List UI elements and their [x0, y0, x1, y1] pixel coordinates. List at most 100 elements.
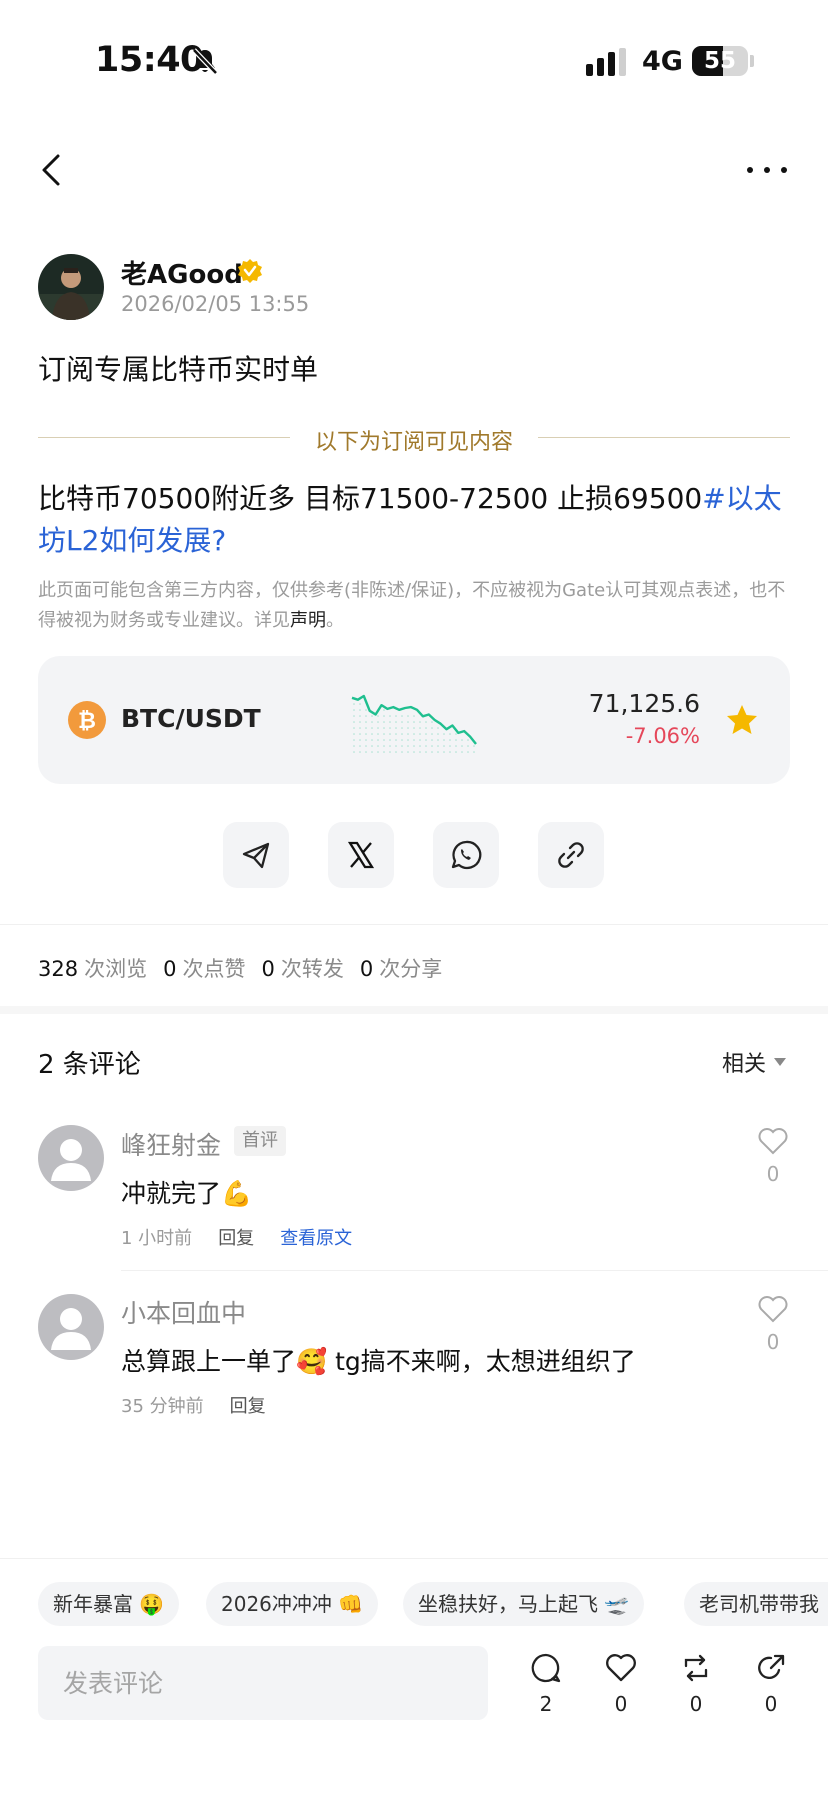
sparkline-dot — [455, 745, 457, 747]
share-whatsapp-button[interactable] — [433, 822, 499, 888]
section-divider — [0, 1006, 828, 1014]
sparkline-dot — [407, 733, 409, 735]
views-count: 328 — [38, 957, 79, 981]
share-action-button[interactable]: 0 — [746, 1652, 796, 1718]
sparkline-dot — [461, 745, 463, 747]
share-telegram-button[interactable] — [223, 822, 289, 888]
sparkline-dot — [413, 715, 415, 717]
copy-link-button[interactable] — [538, 822, 604, 888]
sparkline-dot — [461, 751, 463, 753]
whatsapp-icon — [451, 840, 482, 870]
like-action-button[interactable]: 0 — [596, 1652, 646, 1718]
bell-muted-icon — [192, 48, 218, 75]
sparkline-dot — [359, 721, 361, 723]
sparkline-dot — [353, 751, 355, 753]
reply-button[interactable]: 回复 — [230, 1396, 266, 1417]
likes-count: 0 — [614, 1692, 628, 1716]
disclaimer-end: 。 — [326, 610, 344, 631]
commenter-avatar[interactable] — [38, 1125, 104, 1191]
sparkline-dot — [359, 703, 361, 705]
quick-reply-chip[interactable]: 新年暴富 🤑 — [38, 1582, 180, 1626]
sparkline-dot — [443, 739, 445, 741]
comment-divider — [121, 1270, 828, 1271]
sparkline-dot — [359, 727, 361, 729]
view-original-button[interactable]: 查看原文 — [280, 1228, 352, 1249]
comments-heading: 2 条评论 — [38, 1050, 141, 1080]
default-avatar-icon — [51, 1139, 91, 1181]
ticker-price: 71,125.6 — [588, 689, 700, 718]
battery-cap — [750, 55, 754, 67]
comment-author[interactable]: 小本回血中 — [121, 1294, 246, 1330]
engagement-stats: 328 次浏览 0 次点赞 0 次转发 0 次分享 — [38, 953, 458, 983]
comment-text: 总算跟上一单了🥰 tg搞不来啊，太想进组织了 — [121, 1347, 636, 1376]
sparkline-dot — [383, 721, 385, 723]
repost-action-button[interactable]: 0 — [671, 1652, 721, 1718]
sparkline-dot — [419, 733, 421, 735]
sparkline-dot — [455, 751, 457, 753]
sparkline-dot — [365, 721, 367, 723]
sparkline-dot — [401, 715, 403, 717]
comment-author[interactable]: 峰狂射金 — [121, 1126, 221, 1162]
sparkline-dot — [419, 745, 421, 747]
sparkline-dot — [353, 727, 355, 729]
likes-count: 0 — [163, 957, 177, 981]
caret-down-icon[interactable] — [774, 1058, 786, 1066]
sparkline-dot — [365, 745, 367, 747]
status-time: 15:40 — [95, 40, 204, 80]
sparkline-dot — [425, 751, 427, 753]
quick-reply-chip[interactable]: 2026冲冲冲 👊 — [206, 1582, 379, 1626]
sparkline-dot — [443, 745, 445, 747]
sparkline-dot — [401, 751, 403, 753]
subscription-divider: 以下为订阅可见内容 — [38, 424, 790, 455]
sparkline-dot — [353, 733, 355, 735]
disclaimer-statement-link[interactable]: 声明 — [290, 610, 326, 631]
comment-input[interactable] — [38, 1646, 488, 1720]
telegram-icon — [242, 842, 270, 869]
sparkline-dot — [467, 745, 469, 747]
more-options-icon[interactable] — [744, 156, 790, 184]
sparkline-line — [351, 694, 477, 745]
author-name[interactable]: 老AGood — [121, 254, 243, 291]
share-icon — [758, 1654, 785, 1679]
sparkline-dot — [437, 727, 439, 729]
sparkline-dot — [413, 733, 415, 735]
divider-line-right — [538, 437, 790, 438]
sparkline-dot — [407, 721, 409, 723]
sparkline-dot — [437, 751, 439, 753]
sparkline-dot — [425, 721, 427, 723]
comments-action-button[interactable]: 2 — [521, 1652, 571, 1718]
comment-sort-select[interactable]: 相关 — [722, 1046, 766, 1078]
quick-reply-chip[interactable]: 老司机带带我 — [684, 1582, 828, 1626]
sparkline-dot — [383, 715, 385, 717]
reply-button[interactable]: 回复 — [218, 1228, 254, 1249]
network-type: 4G — [642, 46, 683, 77]
ticker-change: -7.06% — [625, 724, 700, 748]
ticker-pair: BTC/USDT — [121, 704, 261, 733]
verified-badge-icon — [238, 259, 262, 283]
sparkline-dot — [353, 709, 355, 711]
favorite-star-icon[interactable] — [724, 702, 760, 738]
shares-label: 次分享 — [379, 957, 443, 981]
ticker-card[interactable]: ₿ BTC/USDT 71,125.6 -7.06% — [38, 656, 790, 784]
sparkline-dot — [353, 715, 355, 717]
sparkline-dot — [425, 739, 427, 741]
sparkline-dot — [401, 727, 403, 729]
heart-icon[interactable] — [757, 1294, 789, 1324]
heart-icon — [606, 1654, 636, 1682]
back-arrow-icon[interactable] — [34, 150, 70, 190]
share-x-button[interactable] — [328, 822, 394, 888]
author-avatar[interactable] — [38, 254, 104, 320]
sparkline-dot — [371, 751, 373, 753]
heart-icon[interactable] — [757, 1126, 789, 1156]
first-comment-badge: 首评 — [234, 1126, 286, 1156]
commenter-avatar[interactable] — [38, 1294, 104, 1360]
sparkline-dot — [395, 727, 397, 729]
sparkline-dot — [467, 751, 469, 753]
status-bar: 15:40 4G 55 — [0, 0, 828, 120]
comment-text: 冲就完了💪 — [121, 1179, 253, 1208]
reposts-count: 0 — [261, 957, 275, 981]
sparkline-dot — [401, 745, 403, 747]
quick-reply-chip[interactable]: 坐稳扶好，马上起飞 🛫 — [403, 1582, 645, 1626]
disclaimer-text: 此页面可能包含第三方内容，仅供参考(非陈述/保证)，不应被视为Gate认可其观点… — [38, 580, 786, 631]
sparkline-dot — [371, 727, 373, 729]
